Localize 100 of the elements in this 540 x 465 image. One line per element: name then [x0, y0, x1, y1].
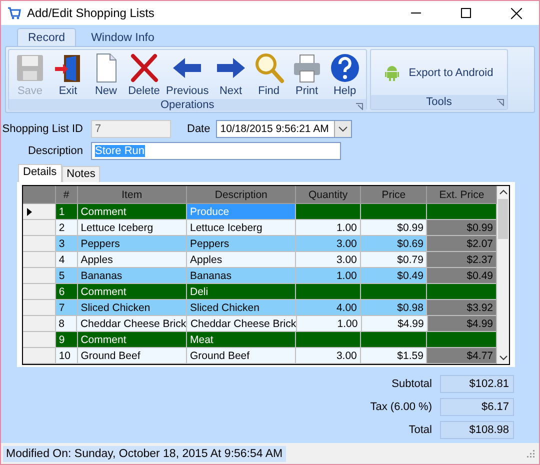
table-cell: $2.37	[427, 252, 498, 268]
ribbon-tab[interactable]: Record	[17, 28, 76, 46]
table-cell: Apples	[78, 252, 187, 268]
table-cell: Sliced Chicken	[187, 300, 296, 316]
table-cell: $4.99	[428, 316, 497, 332]
current-row-icon	[27, 208, 32, 216]
date-picker[interactable]: 10/18/2015 9:56:21 AM	[216, 120, 352, 138]
chevron-up-icon[interactable]	[498, 189, 508, 195]
table-cell: Peppers	[78, 236, 187, 252]
table-cell: 1	[56, 204, 78, 220]
table-cell: 1.00	[297, 316, 362, 332]
table-cell: 3	[56, 236, 78, 252]
table-cell: 1.00	[296, 220, 361, 236]
table-cell: 2	[56, 220, 78, 236]
table-cell: 7	[56, 300, 78, 316]
table-cell: 3.00	[296, 348, 361, 364]
column-header[interactable]: Ext. Price	[427, 186, 498, 204]
ribbon-button[interactable]: Next	[212, 50, 250, 99]
table-cell: $0.69	[360, 236, 428, 252]
total-value: $102.81	[440, 375, 514, 393]
table-cell: Bananas	[78, 268, 187, 284]
table-cell: Comment	[78, 284, 187, 300]
table-cell	[296, 332, 361, 348]
group-label: Tools	[426, 96, 452, 108]
table-cell: Ground Beef	[187, 348, 296, 364]
details-tab[interactable]: Details	[18, 164, 62, 182]
table-cell: $0.98	[360, 300, 428, 316]
ribbon-button[interactable]: Exit	[49, 50, 87, 99]
table-cell: 1.00	[296, 268, 361, 284]
table-cell: 9	[56, 332, 78, 348]
total-label: Total	[408, 424, 432, 436]
table-cell: Cheddar Cheese Brick	[77, 316, 188, 332]
column-header[interactable]: #	[56, 186, 78, 204]
table-cell: $0.79	[360, 252, 428, 268]
table-cell: Cheddar Cheese Brick	[187, 316, 298, 332]
table-cell	[296, 284, 361, 300]
column-header[interactable]: Item	[78, 186, 187, 204]
table-cell: $1.59	[360, 348, 428, 364]
table-cell: 4	[56, 252, 78, 268]
group-label: Operations	[160, 99, 214, 111]
table-cell: Produce	[187, 204, 296, 220]
ribbon-button[interactable]: Delete	[125, 50, 163, 99]
cart-icon	[7, 6, 21, 20]
field-label: Description	[26, 145, 83, 157]
table-cell: $2.07	[427, 236, 498, 252]
ribbon-button[interactable]: Help	[326, 50, 364, 99]
table-cell	[427, 332, 498, 348]
close-icon[interactable]	[511, 8, 522, 18]
details-tab[interactable]: Notes	[62, 166, 100, 182]
table-cell: 10	[56, 348, 78, 364]
ribbon-button[interactable]: Previous	[163, 50, 212, 99]
table-cell: 4.00	[296, 300, 361, 316]
dialog-launcher-icon[interactable]	[356, 103, 363, 110]
total-value: $6.17	[440, 398, 514, 416]
column-header[interactable]: Description	[187, 186, 296, 204]
table-cell	[296, 204, 361, 220]
column-header[interactable]: Price	[360, 186, 428, 204]
table-cell: Bananas	[187, 268, 296, 284]
table-cell: 3.00	[296, 252, 361, 268]
row-header[interactable]	[23, 204, 56, 220]
window-title: Add/Edit Shopping Lists	[27, 6, 154, 20]
table-cell: $0.99	[360, 220, 428, 236]
table-cell: $3.92	[427, 300, 498, 316]
table-cell: Comment	[78, 204, 187, 220]
table-cell: Lettuce Iceberg	[78, 220, 187, 236]
table-cell: Ground Beef	[78, 348, 187, 364]
table-cell: Deli	[187, 284, 296, 300]
robot-icon	[384, 64, 399, 80]
vertical-scrollbar[interactable]	[497, 186, 509, 364]
chevron-down-icon[interactable]	[498, 355, 508, 361]
field-label: Shopping List ID	[1, 123, 83, 135]
column-header[interactable]: Quantity	[296, 186, 361, 204]
table-cell: 3.00	[296, 236, 361, 252]
table-cell: Comment	[78, 332, 187, 348]
scroll-thumb[interactable]	[498, 199, 508, 239]
table-cell: 6	[56, 284, 78, 300]
total-label: Subtotal	[392, 378, 432, 390]
help-icon	[328, 52, 361, 84]
table-cell	[427, 204, 498, 220]
ribbon-button[interactable]: Export to Android	[372, 50, 506, 95]
ribbon-button[interactable]: Find	[250, 50, 288, 99]
table-cell: Lettuce Iceberg	[187, 220, 296, 236]
ribbon-button[interactable]: Print	[288, 50, 326, 99]
table-cell: Peppers	[187, 236, 296, 252]
ribbon-tab[interactable]: Window Info	[80, 28, 166, 46]
dialog-launcher-icon[interactable]	[497, 99, 504, 106]
table-cell: $0.49	[360, 268, 428, 284]
table-cell: 5	[56, 268, 78, 284]
table-cell: 8	[56, 316, 78, 332]
table-cell: Meat	[187, 332, 296, 348]
table-cell: $0.99	[427, 220, 498, 236]
x-mark-icon	[128, 52, 160, 84]
resize-grip-icon[interactable]	[527, 450, 535, 458]
table-cell: Sliced Chicken	[78, 300, 187, 316]
table-cell	[360, 284, 428, 300]
total-label: Tax (6.00 %)	[370, 401, 432, 413]
ribbon-button[interactable]: New	[87, 50, 125, 99]
maximize-icon[interactable]	[461, 8, 471, 18]
status-text: Modified On: Sunday, October 18, 2015 At 9:56:54 AM	[3, 446, 286, 462]
chevron-down-icon[interactable]	[334, 121, 352, 137]
